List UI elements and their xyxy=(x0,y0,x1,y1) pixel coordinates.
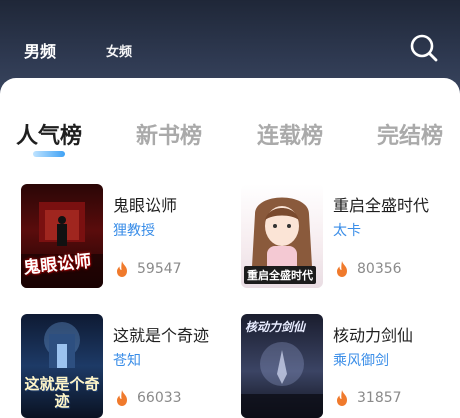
cover-title-text: 核动力剑仙 xyxy=(245,320,306,334)
fire-icon xyxy=(337,261,347,277)
book-cover[interactable]: 这就是个奇迹 xyxy=(21,314,103,418)
book-author[interactable]: 狸教授 xyxy=(113,220,155,240)
fire-icon xyxy=(337,390,347,406)
active-tab-indicator xyxy=(33,151,65,157)
book-title[interactable]: 重启全盛时代 xyxy=(333,192,429,216)
heat-count: 31857 xyxy=(357,390,402,406)
cover-title-text: 这就是个奇迹 xyxy=(24,375,100,410)
heat-count: 66033 xyxy=(137,390,182,406)
book-cover[interactable]: 鬼眼讼师 xyxy=(21,184,103,288)
tab-serializing[interactable]: 连载榜 xyxy=(257,118,323,150)
book-title[interactable]: 这就是个奇迹 xyxy=(113,322,209,346)
fire-icon xyxy=(117,390,127,406)
book-author[interactable]: 太卡 xyxy=(333,220,361,240)
tab-male[interactable]: 男频 xyxy=(24,38,56,62)
heat-count: 59547 xyxy=(137,261,182,277)
fire-icon xyxy=(117,261,127,277)
tab-completed[interactable]: 完结榜 xyxy=(377,118,443,150)
book-title[interactable]: 核动力剑仙 xyxy=(333,322,413,346)
book-cover[interactable]: 核动力剑仙 xyxy=(241,314,323,418)
book-cover[interactable]: 重启全盛时代 xyxy=(241,184,323,288)
book-title[interactable]: 鬼眼讼师 xyxy=(113,192,177,216)
cover-title-text: 重启全盛时代 xyxy=(244,266,316,284)
book-author[interactable]: 乘风御剑 xyxy=(333,350,389,370)
tab-female[interactable]: 女频 xyxy=(106,41,132,60)
tab-new-books[interactable]: 新书榜 xyxy=(136,118,202,150)
search-icon xyxy=(410,34,438,62)
search-button[interactable] xyxy=(408,32,440,64)
book-author[interactable]: 苍知 xyxy=(113,350,141,370)
tab-popular[interactable]: 人气榜 xyxy=(16,118,82,150)
heat-count: 80356 xyxy=(357,261,402,277)
